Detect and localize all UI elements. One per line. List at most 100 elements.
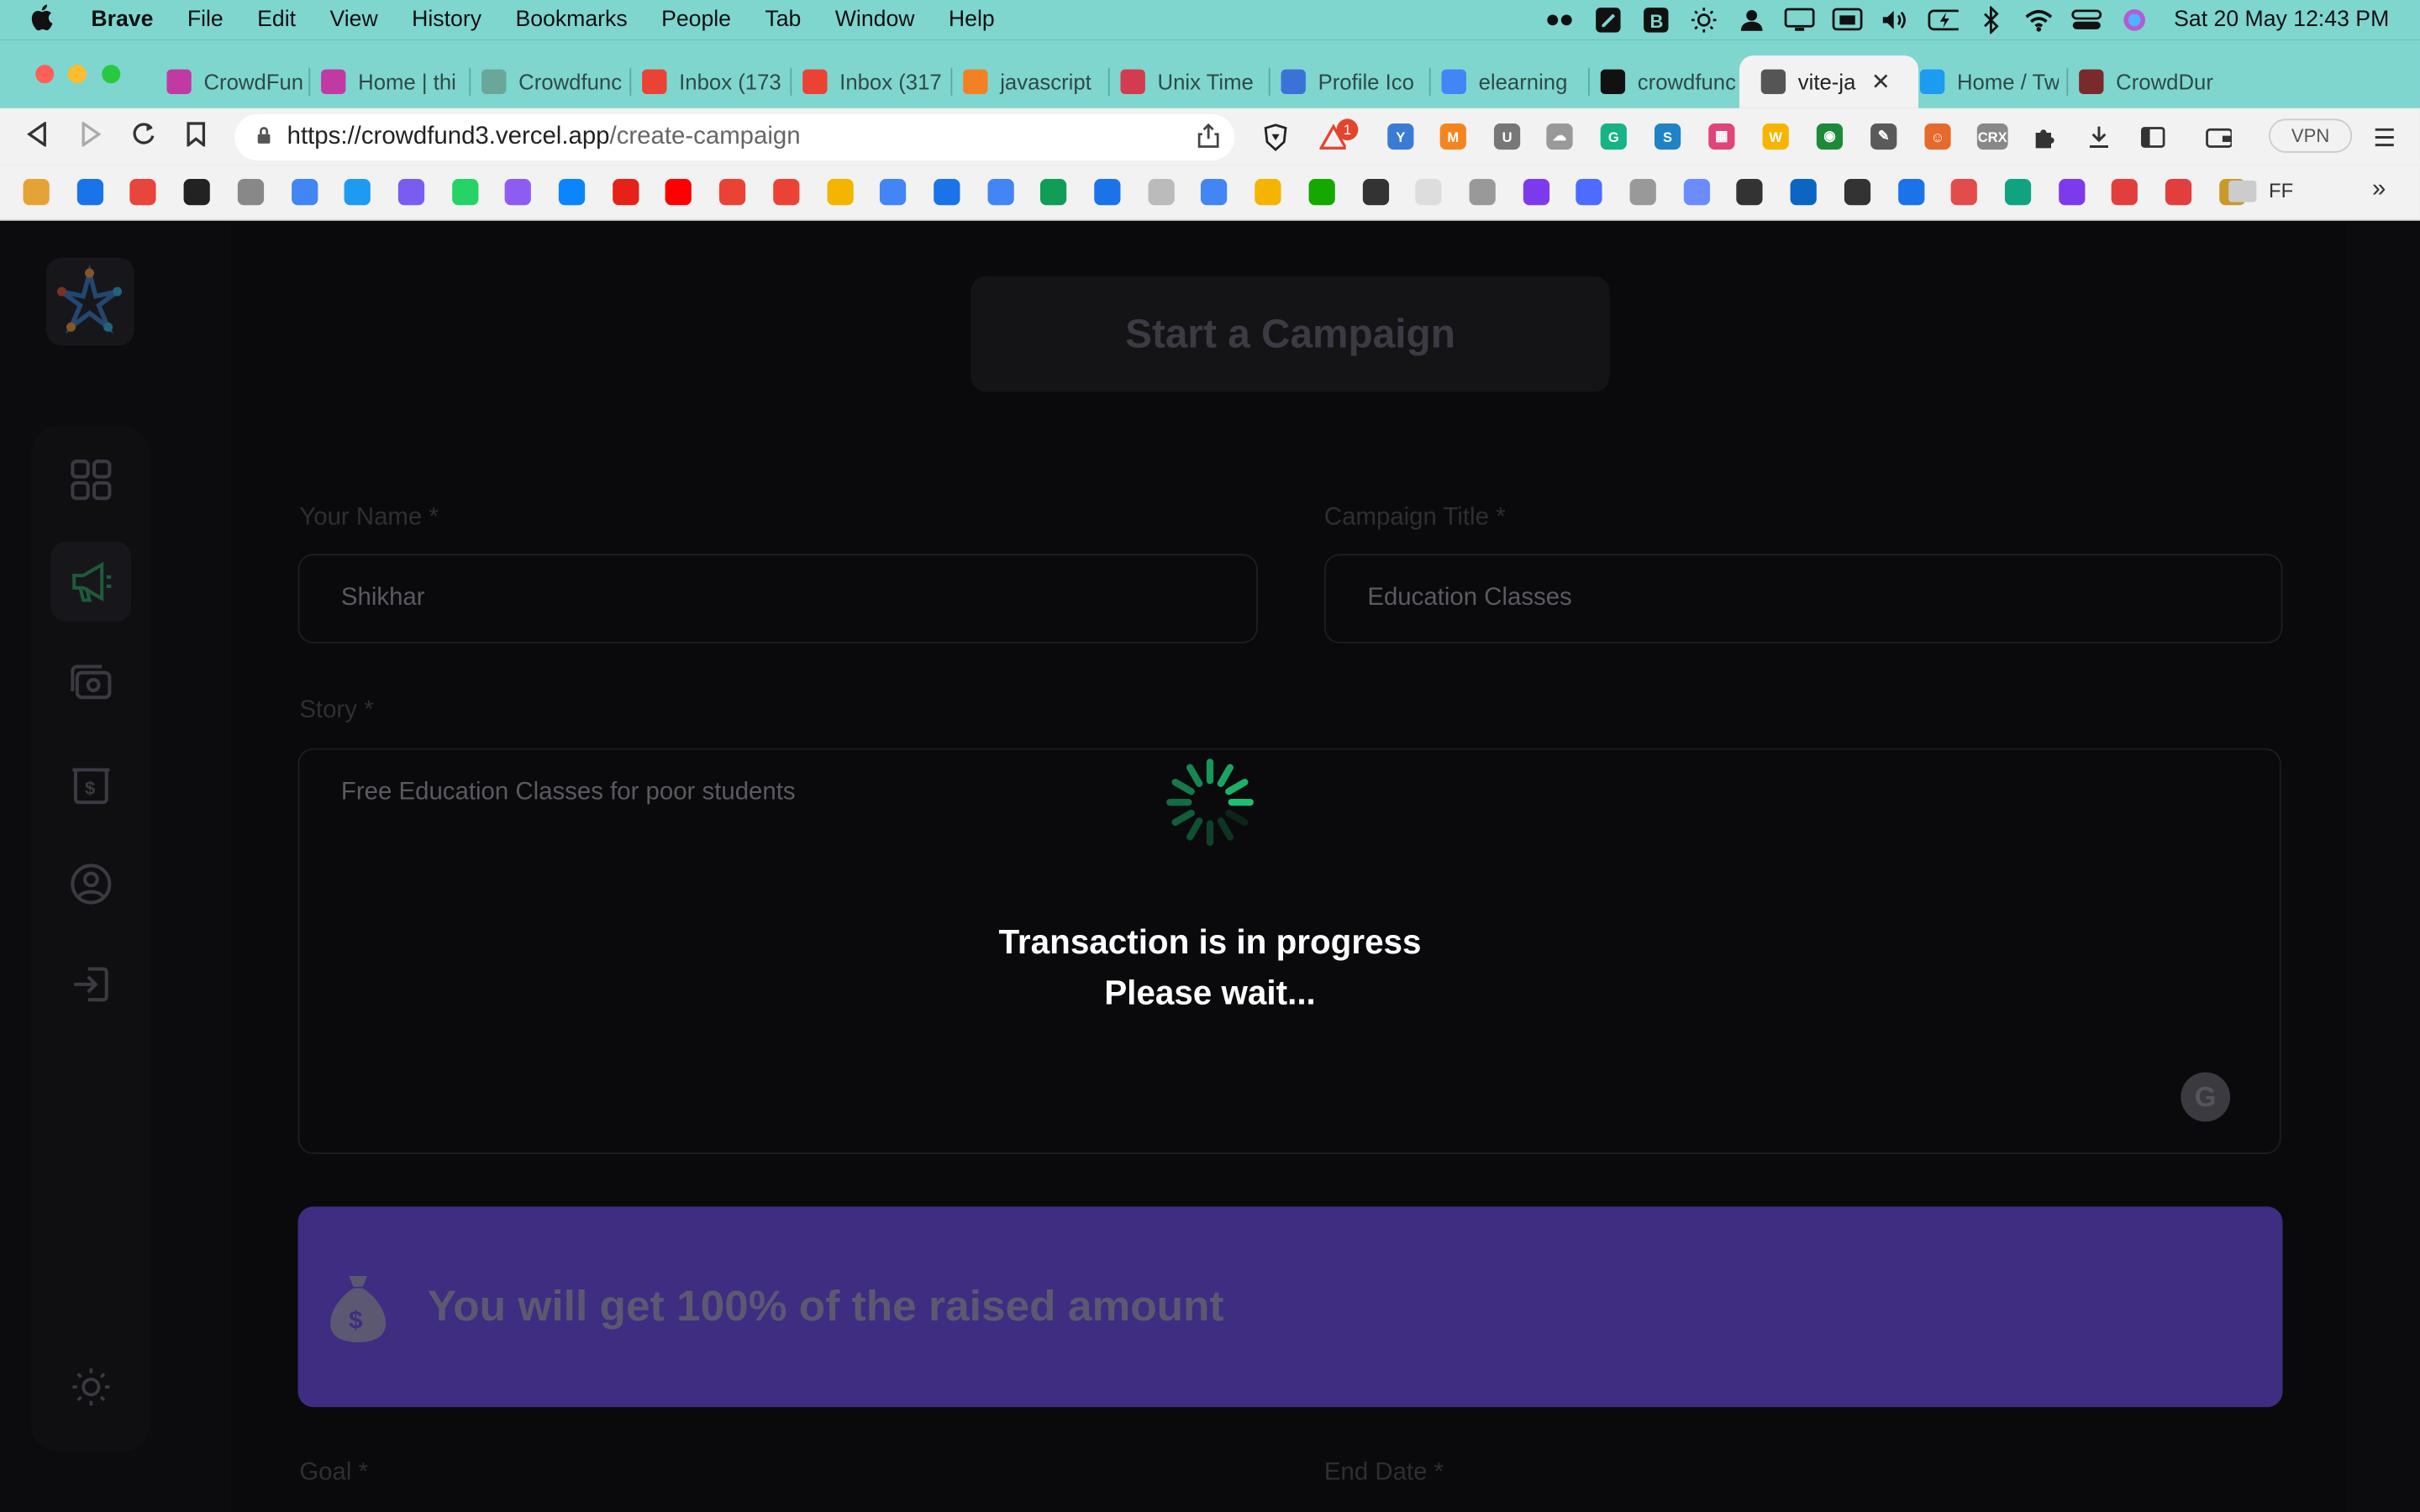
browser-tab[interactable]: Crowdfunc xyxy=(481,55,623,108)
browser-tab[interactable]: elearning xyxy=(1441,55,1581,108)
bookmark-favicon-icon[interactable] xyxy=(1576,179,1603,206)
bookmark-favicon-icon[interactable] xyxy=(2058,179,2085,206)
bluetooth-status-icon[interactable] xyxy=(1975,6,2006,34)
bookmark-favicon-icon[interactable] xyxy=(772,179,800,206)
control-center-icon[interactable] xyxy=(2070,8,2102,32)
bookmark-favicon-icon[interactable] xyxy=(1147,179,1175,206)
browser-tab[interactable]: CrowdFun xyxy=(166,55,302,108)
bookmark-favicon-icon[interactable] xyxy=(986,179,1013,206)
share-icon[interactable] xyxy=(1197,123,1219,156)
bookmark-favicon-icon[interactable] xyxy=(1737,179,1764,206)
menu-help[interactable]: Help xyxy=(949,8,995,32)
bookmark-favicon-icon[interactable] xyxy=(1201,179,1228,206)
menu-window[interactable]: Window xyxy=(835,8,915,32)
wallet-icon[interactable] xyxy=(2205,123,2232,150)
broadcast-extension-icon[interactable]: ◉ xyxy=(1816,123,1844,150)
bookmark-favicon-icon[interactable] xyxy=(826,179,853,206)
brightness-status-icon[interactable] xyxy=(1688,8,1719,33)
menu-file[interactable]: File xyxy=(187,8,224,32)
bookmark-favicon-icon[interactable] xyxy=(934,179,960,206)
bookmark-favicon-icon[interactable] xyxy=(344,179,371,206)
menu-history[interactable]: History xyxy=(412,8,481,32)
bookmark-favicon-icon[interactable] xyxy=(612,179,639,206)
browser-tab[interactable]: CrowdDur xyxy=(2079,55,2217,108)
bookmark-favicon-icon[interactable] xyxy=(1950,179,1978,206)
extension-grid-icon[interactable]: ▦ xyxy=(1708,123,1735,150)
sidebar-toggle-icon[interactable] xyxy=(2139,123,2165,150)
browser-tab[interactable]: Unix Time xyxy=(1120,55,1262,108)
bookmark-favicon-icon[interactable] xyxy=(558,179,586,206)
bookmark-favicon-icon[interactable] xyxy=(1361,179,1389,206)
extension-s-icon[interactable]: S xyxy=(1654,123,1681,150)
bookmark-favicon-icon[interactable] xyxy=(1844,179,1870,206)
apple-menu-icon[interactable] xyxy=(31,3,59,38)
crx-extension-icon[interactable]: CRX xyxy=(1976,123,2008,150)
browser-tab[interactable]: Profile Ico xyxy=(1281,55,1423,108)
bookmark-favicon-icon[interactable] xyxy=(505,179,532,206)
bookmark-favicon-icon[interactable] xyxy=(1629,179,1656,206)
bookmark-favicon-icon[interactable] xyxy=(2004,179,2031,206)
siri-icon[interactable] xyxy=(2118,8,2149,32)
lock-icon[interactable] xyxy=(256,125,271,150)
menu-bookmarks[interactable]: Bookmarks xyxy=(515,8,627,32)
browser-tab[interactable]: Inbox (317 xyxy=(802,55,944,108)
cloud-extension-icon[interactable]: ☁ xyxy=(1546,123,1573,150)
bookmark-favicon-icon[interactable] xyxy=(719,179,746,206)
b-status-icon[interactable]: B xyxy=(1640,8,1671,33)
bookmark-favicon-icon[interactable] xyxy=(1094,179,1121,206)
bookmark-favicon-icon[interactable] xyxy=(1683,179,1710,206)
browser-tab[interactable]: Home / Tw xyxy=(1919,55,2059,108)
bookmark-favicon-icon[interactable] xyxy=(76,179,103,206)
bookmark-favicon-icon[interactable] xyxy=(1790,179,1818,206)
brave-shields-icon[interactable] xyxy=(1262,123,1289,151)
menu-app-name[interactable]: Brave xyxy=(91,8,153,32)
reload-button[interactable] xyxy=(131,122,155,155)
extension-y-icon[interactable]: Y xyxy=(1387,123,1414,150)
bookmark-favicon-icon[interactable] xyxy=(1469,179,1496,206)
back-button[interactable] xyxy=(26,120,48,155)
minimize-window-button[interactable] xyxy=(67,65,87,84)
grammarly-icon[interactable]: G xyxy=(1600,123,1627,150)
bookmark-favicon-icon[interactable] xyxy=(1040,179,1067,206)
user-status-icon[interactable] xyxy=(1736,8,1767,32)
extensions-puzzle-icon[interactable] xyxy=(2031,123,2058,150)
bookmark-favicon-icon[interactable] xyxy=(1255,179,1281,206)
browser-tab[interactable]: crowdfunc xyxy=(1600,55,1737,108)
wifi-status-icon[interactable] xyxy=(2023,8,2054,32)
bookmark-favicon-icon[interactable] xyxy=(2165,179,2192,206)
menubar-clock[interactable]: Sat 20 May 12:43 PM xyxy=(2174,8,2389,32)
menu-tab[interactable]: Tab xyxy=(765,8,801,32)
downloads-icon[interactable] xyxy=(2085,123,2112,150)
bookmark-favicon-icon[interactable] xyxy=(1897,179,1924,206)
bookmark-favicon-icon[interactable] xyxy=(2112,179,2139,206)
volume-status-icon[interactable] xyxy=(1879,8,1910,32)
bookmark-favicon-icon[interactable] xyxy=(666,179,692,206)
edit-status-icon[interactable] xyxy=(1592,8,1623,33)
forward-button[interactable] xyxy=(81,120,103,155)
bookmark-favicon-icon[interactable] xyxy=(1308,179,1335,206)
color-picker-icon[interactable]: ✎ xyxy=(1870,123,1897,150)
bookmark-favicon-icon[interactable] xyxy=(291,179,318,206)
close-window-button[interactable] xyxy=(35,65,55,84)
extension-w-icon[interactable]: W xyxy=(1762,123,1789,150)
more-bookmarks-icon[interactable]: » xyxy=(2372,176,2386,203)
browser-tab[interactable]: Home | thi xyxy=(321,55,463,108)
bookmark-favicon-icon[interactable] xyxy=(23,179,50,206)
browser-menu-icon[interactable] xyxy=(2370,123,2397,150)
screen-mirror-icon[interactable] xyxy=(1831,8,1862,32)
browser-tab[interactable]: vite-ja ✕ xyxy=(1739,55,1919,108)
menu-edit[interactable]: Edit xyxy=(257,8,296,32)
bookmark-favicon-icon[interactable] xyxy=(880,179,907,206)
address-bar[interactable]: https://crowdfund3.vercel.app/create-cam… xyxy=(234,113,1235,161)
browser-tab[interactable]: Inbox (173 xyxy=(642,55,784,108)
extension-u-icon[interactable]: U xyxy=(1493,123,1521,150)
bookmark-folder-ff[interactable]: FF xyxy=(2228,179,2293,202)
vpn-button[interactable]: VPN xyxy=(2268,118,2353,153)
zoom-window-button[interactable] xyxy=(102,65,121,84)
bookmark-page-button[interactable] xyxy=(187,122,206,155)
bookmark-favicon-icon[interactable] xyxy=(1415,179,1442,206)
bookmark-favicon-icon[interactable] xyxy=(130,179,157,206)
menu-view[interactable]: View xyxy=(329,8,377,32)
dots-status-icon[interactable] xyxy=(1544,8,1576,32)
bookmark-favicon-icon[interactable] xyxy=(237,179,264,206)
